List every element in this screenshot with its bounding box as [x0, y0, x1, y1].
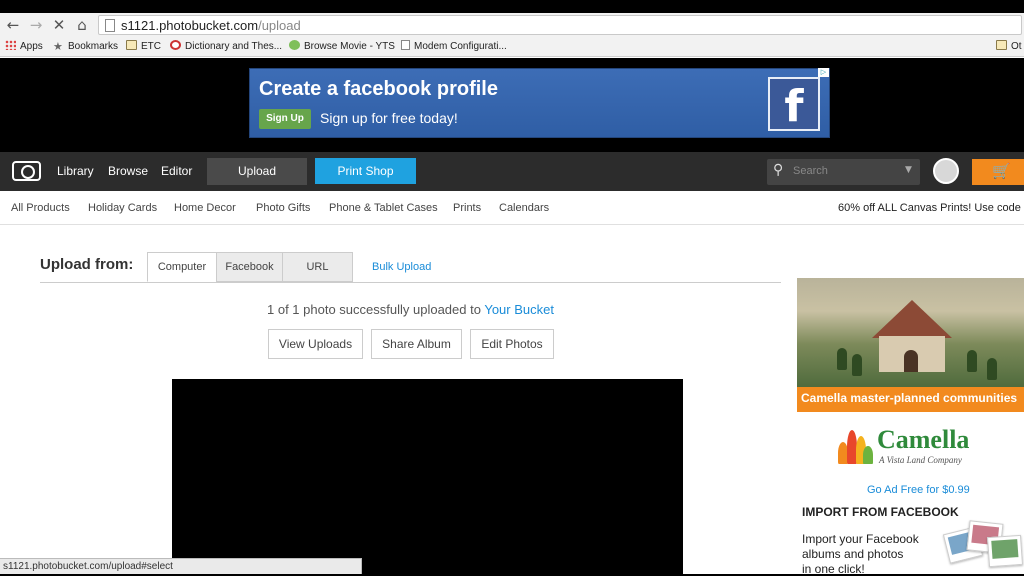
bookmark-yts[interactable]: Browse Movie - YTS — [289, 40, 395, 54]
home-icon[interactable]: ⌂ — [73, 16, 91, 34]
screen: ← → ✕ ⌂ s1121.photobucket.com/upload App… — [0, 0, 1024, 576]
nav-browse[interactable]: Browse — [108, 164, 148, 178]
camella-tagline: A Vista Land Company — [879, 455, 962, 465]
bookmark-modem[interactable]: Modem Configurati... — [401, 40, 507, 54]
subnav-calendars[interactable]: Calendars — [499, 202, 549, 214]
url-text: s1121.photobucket.com/upload — [121, 18, 301, 33]
bookmark-other[interactable]: Ot — [996, 40, 1022, 54]
church-door — [904, 350, 918, 372]
back-icon[interactable]: ← — [4, 16, 22, 34]
ad-free-link[interactable]: Go Ad Free for $0.99 — [867, 484, 970, 496]
import-facebook-text: Import your Facebook albums and photos i… — [802, 532, 919, 576]
site-icon — [170, 40, 181, 50]
stop-icon[interactable]: ✕ — [50, 16, 68, 34]
apps-icon — [5, 40, 16, 50]
tab-facebook[interactable]: Facebook — [216, 252, 283, 282]
bookmarks-bar: Apps ★ Bookmarks ETC Dictionary and Thes.… — [0, 37, 1024, 57]
tree — [987, 358, 997, 380]
tree — [837, 348, 847, 370]
tab-computer[interactable]: Computer — [147, 252, 217, 282]
cart-icon: 🛒 — [992, 162, 1011, 180]
page-icon — [105, 19, 115, 32]
upload-from-label: Upload from: — [40, 256, 134, 273]
print-shop-button[interactable]: Print Shop — [315, 158, 416, 184]
bookmark-etc[interactable]: ETC — [126, 40, 161, 54]
subnav-home-decor[interactable]: Home Decor — [174, 202, 236, 214]
product-subnav: All Products Holiday Cards Home Decor Ph… — [0, 191, 1024, 225]
nav-editor[interactable]: Editor — [161, 164, 192, 178]
view-uploads-button[interactable]: View Uploads — [268, 329, 363, 359]
tree — [852, 354, 862, 376]
share-album-button[interactable]: Share Album — [371, 329, 462, 359]
search-box[interactable]: ⚲ Search ▼ — [767, 159, 920, 185]
photobucket-nav: Library Browse Editor Upload Print Shop … — [0, 152, 1024, 191]
browser-status-bar: s1121.photobucket.com/upload#select — [0, 558, 362, 574]
ad-subtitle: Sign up for free today! — [320, 110, 458, 126]
subnav-phone-cases[interactable]: Phone & Tablet Cases — [329, 202, 438, 214]
subnav-prints[interactable]: Prints — [453, 202, 481, 214]
forward-icon[interactable]: → — [27, 16, 45, 34]
nav-upload[interactable]: Upload — [207, 158, 307, 185]
star-icon: ★ — [53, 41, 63, 53]
nav-library[interactable]: Library — [57, 164, 94, 178]
chevron-down-icon[interactable]: ▼ — [905, 165, 912, 175]
import-facebook-title: IMPORT FROM FACEBOOK — [802, 505, 959, 519]
bulk-upload-link[interactable]: Bulk Upload — [372, 261, 431, 273]
yts-icon — [289, 40, 300, 50]
promo-text[interactable]: 60% off ALL Canvas Prints! Use code CA — [838, 202, 1024, 214]
subnav-all-products[interactable]: All Products — [11, 202, 70, 214]
photobucket-logo-icon[interactable] — [12, 161, 41, 181]
ad-signup-button[interactable]: Sign Up — [259, 109, 311, 129]
tab-url[interactable]: URL — [282, 252, 353, 282]
camella-logo-icon — [836, 426, 873, 464]
avatar[interactable] — [933, 158, 959, 184]
adchoices-icon[interactable]: ▷ — [818, 68, 829, 77]
camella-ad-photo[interactable] — [797, 278, 1024, 388]
subnav-photo-gifts[interactable]: Photo Gifts — [256, 202, 310, 214]
folder-icon — [996, 40, 1007, 50]
cart-button[interactable]: 🛒 — [972, 159, 1024, 185]
photo-stack-icon — [942, 516, 1024, 576]
your-bucket-link[interactable]: Your Bucket — [484, 302, 554, 317]
bookmark-dictionary[interactable]: Dictionary and Thes... — [170, 40, 282, 54]
window-top-bar — [0, 0, 1024, 13]
divider — [40, 282, 781, 283]
facebook-banner-ad[interactable]: Create a facebook profile Sign Up Sign u… — [249, 68, 830, 138]
facebook-logo-icon: f — [768, 77, 820, 132]
camella-brand: Camella — [877, 425, 970, 454]
bookmark-apps[interactable]: Apps — [5, 40, 43, 54]
ad-title: Create a facebook profile — [259, 78, 498, 100]
subnav-holiday-cards[interactable]: Holiday Cards — [88, 202, 157, 214]
folder-icon — [126, 40, 137, 50]
address-bar[interactable]: s1121.photobucket.com/upload — [98, 15, 1022, 35]
bookmark-bookmarks[interactable]: ★ Bookmarks — [53, 40, 118, 54]
church-roof — [872, 300, 952, 338]
search-icon: ⚲ — [773, 162, 784, 178]
doc-icon — [401, 40, 410, 50]
camella-ad-band[interactable]: Camella master-planned communities — [797, 387, 1024, 412]
tree — [967, 350, 977, 372]
upload-status: 1 of 1 photo successfully uploaded to Yo… — [267, 302, 554, 317]
browser-toolbar: ← → ✕ ⌂ s1121.photobucket.com/upload — [0, 13, 1024, 37]
uploaded-photo-preview[interactable] — [172, 379, 683, 576]
edit-photos-button[interactable]: Edit Photos — [470, 329, 554, 359]
search-placeholder: Search — [793, 165, 828, 177]
